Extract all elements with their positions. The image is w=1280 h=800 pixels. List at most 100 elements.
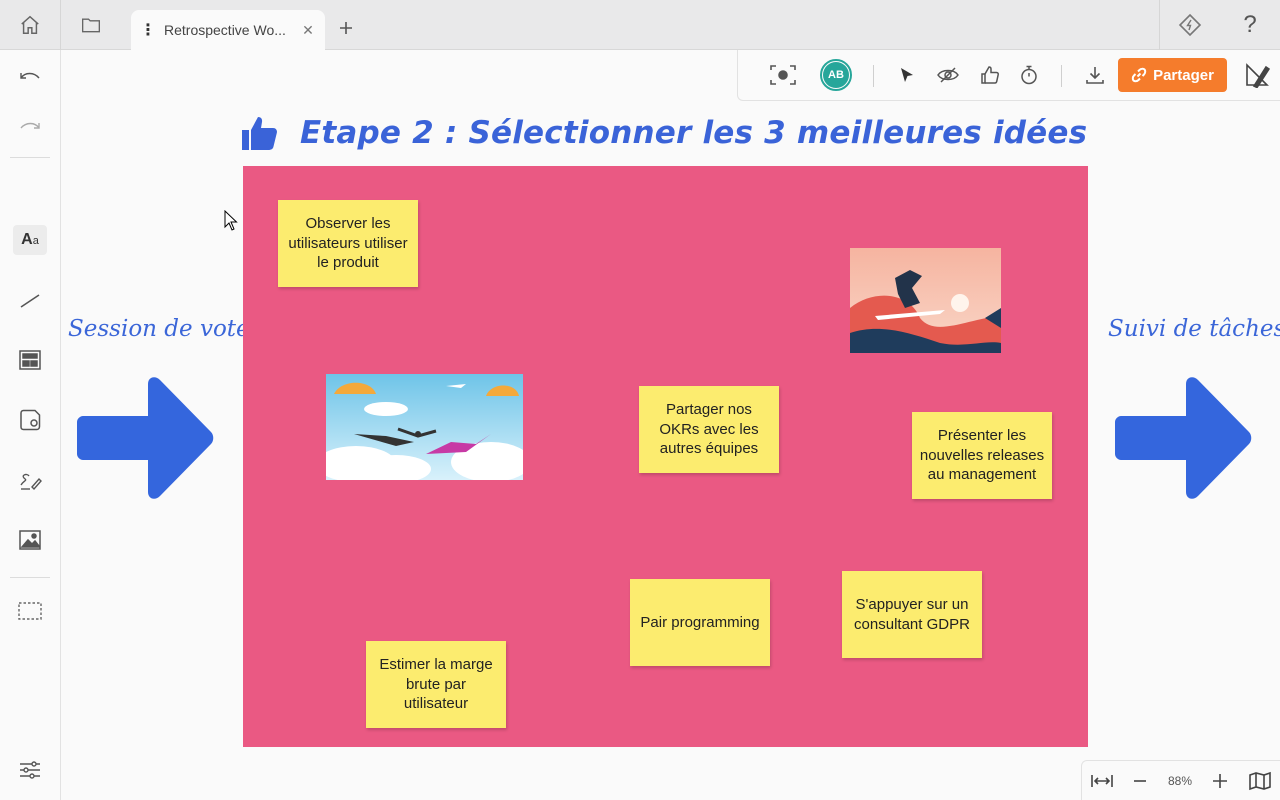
pen-tool-button[interactable]	[13, 465, 47, 495]
sticky-note-icon	[20, 409, 41, 431]
folder-icon	[82, 18, 100, 33]
template-button[interactable]	[13, 345, 47, 375]
sticky-text: consultant GDPR	[854, 615, 970, 633]
zoom-in-button[interactable]	[1207, 767, 1233, 795]
sticky-text: Pair programming	[640, 613, 760, 631]
sticky-text: Partager nos	[666, 401, 752, 419]
vote-thumb-icon	[981, 66, 1000, 84]
hide-button[interactable]	[934, 60, 962, 90]
timer-icon	[1021, 65, 1037, 85]
screen-capture-button[interactable]	[767, 60, 799, 90]
vote-button[interactable]	[978, 60, 1002, 90]
sidebar-divider	[10, 157, 50, 158]
sticky-text: S'appuyer sur un	[855, 596, 969, 613]
toolbar-divider	[1061, 65, 1062, 87]
fit-width-button[interactable]	[1087, 767, 1117, 795]
sticky-text: brute par	[405, 675, 467, 693]
sticky-note[interactable]: Partager nos OKRs avec les autres équipes	[639, 386, 779, 473]
sticky-note[interactable]: Estimer la marge brute par utilisateur	[366, 641, 506, 728]
tab-bar: ⋮ Retrospective Wo... ✕ ?	[0, 0, 1280, 50]
heading-text: Etape 2 : Sélectionner les 3 meilleures …	[300, 115, 1088, 151]
arrow-right-icon[interactable]	[1115, 376, 1255, 500]
settings-button[interactable]	[13, 755, 47, 785]
help-button[interactable]: ?	[1220, 0, 1280, 50]
frame-select-button[interactable]	[13, 596, 47, 626]
zoom-level[interactable]: 88%	[1160, 767, 1200, 795]
sticky-note[interactable]: Observer les utilisateurs utiliser le prod…	[278, 200, 418, 287]
sticky-text: utilisateurs utiliser	[288, 234, 408, 252]
line-tool-button[interactable]	[13, 285, 47, 315]
pen-ruler-button[interactable]	[1243, 60, 1271, 90]
screen-capture-icon	[770, 65, 796, 85]
link-icon	[1131, 67, 1147, 83]
zoom-out-icon	[1134, 780, 1146, 782]
pen-tool-icon	[20, 473, 42, 491]
left-label: Session de vote	[68, 316, 250, 342]
skydivers-image[interactable]	[326, 374, 523, 480]
line-tool-icon	[20, 294, 40, 308]
sticky-note-button[interactable]	[13, 405, 47, 435]
sticky-text: autres équipes	[659, 440, 759, 458]
redo-icon	[20, 122, 40, 129]
pen-ruler-icon	[1246, 63, 1270, 88]
tab-title: Retrospective Wo...	[164, 22, 286, 38]
avatar-initials: AB	[823, 62, 849, 88]
text-tool-icon: Aa	[21, 231, 39, 248]
sticky-note[interactable]: Présenter les nouvelles releases au manage…	[912, 412, 1052, 499]
step-heading: Etape 2 : Sélectionner les 3 meilleures …	[240, 108, 1087, 158]
user-avatar[interactable]: AB	[819, 59, 853, 91]
sidebar-divider	[10, 577, 50, 578]
sticky-text: utilisateur	[403, 695, 469, 713]
image-icon	[19, 530, 41, 550]
home-button[interactable]	[0, 0, 60, 50]
zoom-in-icon	[1213, 774, 1227, 788]
tab-retrospective[interactable]: ⋮ Retrospective Wo... ✕	[131, 10, 325, 50]
redo-button[interactable]	[13, 112, 47, 142]
sticky-text: Présenter les	[937, 427, 1027, 445]
undo-icon	[20, 72, 40, 79]
sticky-text: OKRs avec les	[659, 420, 759, 438]
thumbs-up-icon	[242, 117, 277, 150]
fit-width-icon	[1091, 775, 1113, 787]
new-tab-button[interactable]	[333, 15, 359, 41]
map-icon	[1249, 771, 1271, 791]
timer-button[interactable]	[1018, 60, 1040, 90]
settings-sliders-icon	[20, 761, 40, 779]
share-button[interactable]: Partager	[1118, 58, 1227, 92]
map-button[interactable]	[1245, 767, 1275, 795]
zoom-bar: 88%	[1081, 760, 1280, 800]
template-icon	[19, 350, 41, 370]
zoom-out-button[interactable]	[1127, 767, 1153, 795]
sticky-text: Observer les	[305, 215, 391, 233]
diamond-logo-icon	[1178, 13, 1202, 37]
sticky-note[interactable]: S'appuyer sur un consultant GDPR	[842, 571, 982, 658]
more-vertical-icon[interactable]: ⋮	[139, 20, 157, 40]
sticky-note[interactable]: Pair programming	[630, 579, 770, 666]
mouse-cursor-icon	[224, 210, 238, 231]
toolbar-divider	[873, 65, 874, 87]
integration-button[interactable]	[1160, 0, 1220, 50]
pointer-icon	[901, 68, 913, 82]
home-icon	[21, 15, 39, 34]
hide-eye-icon	[937, 67, 959, 83]
sticky-text: le produit	[317, 254, 379, 272]
top-right-toolbar: AB Partager	[737, 50, 1280, 101]
share-label: Partager	[1153, 66, 1214, 84]
right-label: Suivi de tâches	[1108, 316, 1280, 342]
pointer-button[interactable]	[896, 60, 918, 90]
download-button[interactable]	[1083, 60, 1107, 90]
surfer-image[interactable]	[850, 248, 1001, 353]
folder-button[interactable]	[61, 0, 121, 50]
left-toolbar: Aa	[0, 50, 61, 800]
sticky-text: au management	[927, 466, 1037, 484]
sticky-text: nouvelles releases	[919, 446, 1045, 464]
text-tool-button[interactable]: Aa	[13, 225, 47, 255]
image-button[interactable]	[13, 525, 47, 555]
download-icon	[1086, 67, 1104, 84]
vote-board[interactable]: Observer les utilisateurs utiliser le prod…	[243, 166, 1088, 747]
arrow-right-icon[interactable]	[77, 376, 217, 500]
close-icon[interactable]: ✕	[301, 22, 315, 39]
frame-select-icon	[18, 602, 42, 620]
undo-button[interactable]	[13, 62, 47, 92]
sticky-text: Estimer la marge	[379, 656, 493, 674]
